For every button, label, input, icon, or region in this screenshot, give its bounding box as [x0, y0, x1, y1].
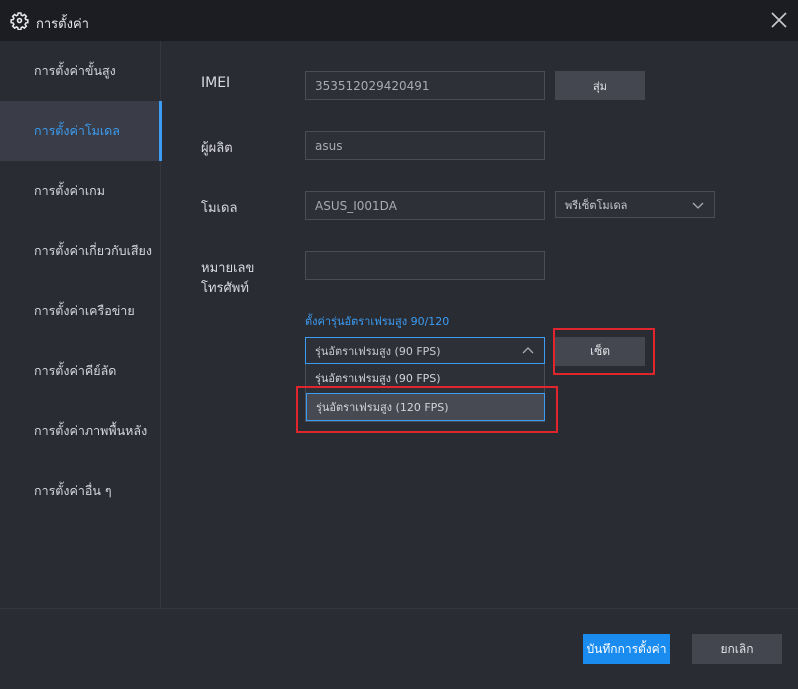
- fps-dropdown-list: รุ่นอัตราเฟรมสูง (90 FPS) รุ่นอัตราเฟรมส…: [305, 364, 545, 422]
- manufacturer-field[interactable]: asus: [305, 131, 545, 160]
- sidebar-item-network[interactable]: การตั้งค่าเครือข่าย: [0, 281, 161, 341]
- gear-icon: [10, 12, 29, 30]
- sidebar-item-sound[interactable]: การตั้งค่าเกี่ยวกับเสียง: [0, 221, 161, 281]
- cancel-button[interactable]: ยกเลิก: [692, 634, 782, 664]
- fps-select-value: รุ่นอัตราเฟรมสูง (90 FPS): [315, 344, 441, 358]
- sidebar-item-shortcuts[interactable]: การตั้งค่าคีย์ลัด: [0, 341, 161, 401]
- fps-option-90[interactable]: รุ่นอัตราเฟรมสูง (90 FPS): [306, 364, 545, 392]
- chevron-up-icon: [522, 347, 534, 354]
- imei-field[interactable]: 353512029420491: [305, 71, 545, 100]
- sidebar-item-model[interactable]: การตั้งค่าโมเดล: [0, 101, 162, 161]
- model-label: โมเดล: [201, 201, 238, 216]
- model-preset-select[interactable]: พรีเซ็ตโมเดล: [555, 191, 715, 218]
- window-title: การตั้งค่า: [36, 17, 89, 32]
- high-fps-link[interactable]: ตั้งค่ารุ่นอัตราเฟรมสูง 90/120: [305, 312, 449, 330]
- model-field[interactable]: ASUS_I001DA: [305, 191, 545, 220]
- sidebar: การตั้งค่าขั้นสูง การตั้งค่าโมเดล การตั้…: [0, 41, 162, 608]
- fps-option-120[interactable]: รุ่นอัตราเฟรมสูง (120 FPS): [306, 393, 545, 421]
- fps-select[interactable]: รุ่นอัตราเฟรมสูง (90 FPS): [305, 337, 545, 364]
- phone-field[interactable]: [305, 251, 545, 280]
- random-button[interactable]: สุ่ม: [555, 71, 645, 100]
- phone-label-line1: หมายเลข: [201, 261, 255, 276]
- phone-label-line2: โทรศัพท์: [201, 281, 249, 296]
- imei-label: IMEI: [201, 75, 231, 91]
- sidebar-item-game[interactable]: การตั้งค่าเกม: [0, 161, 161, 221]
- sidebar-item-advanced[interactable]: การตั้งค่าขั้นสูง: [0, 41, 161, 101]
- title-bar: การตั้งค่า: [0, 0, 798, 41]
- chevron-down-icon: [692, 202, 704, 209]
- sidebar-item-other[interactable]: การตั้งค่าอื่น ๆ: [0, 461, 161, 521]
- model-preset-select-label: พรีเซ็ตโมเดล: [565, 198, 628, 212]
- save-settings-button[interactable]: บันทึกการตั้งค่า: [583, 634, 670, 664]
- set-button[interactable]: เซ็ต: [555, 337, 645, 366]
- manufacturer-label: ผู้ผลิต: [201, 141, 233, 156]
- sidebar-item-wallpaper[interactable]: การตั้งค่าภาพพื้นหลัง: [0, 401, 161, 461]
- footer: [0, 608, 798, 689]
- close-icon[interactable]: [770, 11, 788, 29]
